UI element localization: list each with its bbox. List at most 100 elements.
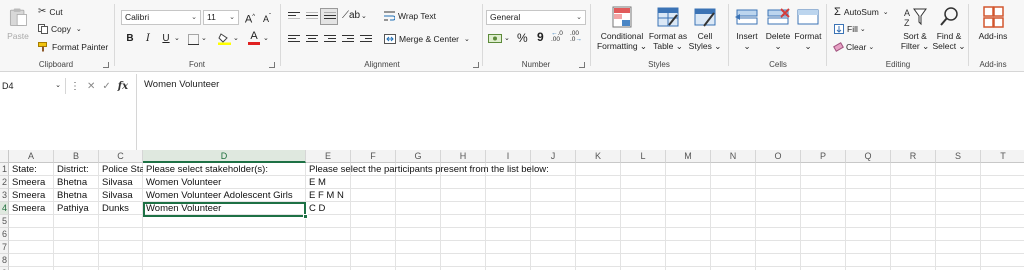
font-name-combo[interactable]: Calibri ⌄ [121,10,201,25]
cell-a2[interactable]: Smeera [9,176,54,189]
insert-function-icon[interactable]: fx [118,81,128,92]
borders-icon[interactable] [188,34,199,45]
delete-button[interactable]: Delete ⌄ [762,6,794,51]
cell-b2[interactable]: Bhetna [54,176,99,189]
row-header-5[interactable]: 5 [0,215,9,228]
autosum-button[interactable]: Σ AutoSum ⌄ [834,6,889,18]
copy-button[interactable]: Copy ⌄ [38,24,82,34]
conditional-formatting-button[interactable]: Conditional Formatting ⌄ [596,6,648,51]
column-header-j[interactable]: J [531,150,576,163]
fill-handle[interactable] [303,214,308,219]
column-header-l[interactable]: L [621,150,666,163]
fill-color-icon[interactable] [218,32,231,45]
cell-a3[interactable]: Smeera [9,189,54,202]
addins-button[interactable]: Add-ins [974,6,1012,41]
decrease-decimal-button[interactable]: .00.0→ [570,30,582,43]
underline-dropdown-icon[interactable]: ⌄ [174,34,180,42]
column-header-b[interactable]: B [54,150,99,163]
align-center-icon[interactable] [306,35,318,45]
row-header-4[interactable]: 4 [0,202,9,215]
column-header-r[interactable]: R [891,150,936,163]
select-all-corner[interactable] [0,150,9,163]
column-header-n[interactable]: N [711,150,756,163]
decrease-indent-icon[interactable] [342,35,354,45]
borders-dropdown-icon[interactable]: ⌄ [201,34,207,42]
comma-style-button[interactable]: 9 [537,30,544,44]
align-right-icon[interactable] [324,35,336,45]
column-header-c[interactable]: C [99,150,143,163]
cell-b4[interactable]: Pathiya [54,202,99,215]
number-launcher-icon[interactable] [579,62,585,68]
row-header-6[interactable]: 6 [0,228,9,241]
cell-a1[interactable]: State: [9,163,54,176]
name-box[interactable]: D4 ⌄ [0,78,66,94]
cell-e1[interactable]: Please select the participants present f… [306,163,549,176]
column-header-o[interactable]: O [756,150,801,163]
column-header-q[interactable]: Q [846,150,891,163]
wrap-text-button[interactable]: Wrap Text [384,11,436,21]
find-select-button[interactable]: Find & Select ⌄ [932,6,966,51]
cell-d1[interactable]: Please select stakeholder(s): [143,163,306,176]
fill-dropdown-icon[interactable]: ⌄ [860,25,866,33]
italic-button[interactable]: I [141,32,155,46]
column-header-s[interactable]: S [936,150,981,163]
cell-d2[interactable]: Women Volunteer [143,176,306,189]
column-header-i[interactable]: I [486,150,531,163]
align-left-icon[interactable] [288,35,300,45]
worksheet-grid[interactable]: ABCDEFGHIJKLMNOPQRST 123456789 State:Dis… [0,150,1024,270]
font-color-dropdown-icon[interactable]: ⌄ [263,34,269,42]
clear-dropdown-icon[interactable]: ⌄ [868,43,874,51]
fill-button[interactable]: Fill ⌄ [834,24,866,34]
more-options-icon[interactable]: ⋮ [70,81,80,92]
row-header-8[interactable]: 8 [0,254,9,267]
alignment-launcher-icon[interactable] [473,62,479,68]
formula-input[interactable]: Women Volunteer [136,74,1024,150]
row-header-3[interactable]: 3 [0,189,9,202]
format-as-table-button[interactable]: Format as Table ⌄ [648,6,688,51]
cell-c1[interactable]: Police Stat [99,163,143,176]
number-format-combo[interactable]: General ⌄ [486,10,586,25]
cell-e4[interactable]: C D [306,202,351,215]
column-header-h[interactable]: H [441,150,486,163]
insert-button[interactable]: Insert ⌄ [732,6,762,51]
merge-dropdown-icon[interactable]: ⌄ [464,35,470,43]
font-color-icon[interactable]: A [248,31,260,45]
enter-icon[interactable]: ✓ [102,81,110,92]
format-painter-button[interactable]: Format Painter [38,42,108,52]
cell-c4[interactable]: Dunks [99,202,143,215]
cell-d3[interactable]: Women Volunteer Adolescent Girls [143,189,306,202]
autosum-dropdown-icon[interactable]: ⌄ [883,8,889,16]
cell-e3[interactable]: E F M N [306,189,351,202]
column-header-f[interactable]: F [351,150,396,163]
percent-style-button[interactable]: % [517,31,528,45]
increase-indent-icon[interactable] [360,35,372,45]
font-launcher-icon[interactable] [269,62,275,68]
cell-b3[interactable]: Bhetna [54,189,99,202]
increase-decimal-button[interactable]: ←.0.00 [551,30,563,43]
underline-button[interactable]: U [159,32,173,46]
column-header-a[interactable]: A [9,150,54,163]
cancel-icon[interactable]: ✕ [87,81,95,92]
grow-font-button[interactable]: A^ [243,10,257,26]
column-header-g[interactable]: G [396,150,441,163]
column-header-t[interactable]: T [981,150,1024,163]
cut-button[interactable]: ✂ Cut [38,6,63,17]
cell-c3[interactable]: Silvasa [99,189,143,202]
bold-button[interactable]: B [123,32,137,46]
row-header-2[interactable]: 2 [0,176,9,189]
sort-filter-button[interactable]: A Z Sort & Filter ⌄ [898,6,932,51]
column-header-k[interactable]: K [576,150,621,163]
clipboard-launcher-icon[interactable] [103,62,109,68]
merge-center-button[interactable]: Merge & Center ⌄ [384,34,470,44]
align-middle-icon[interactable] [306,12,318,22]
clear-button[interactable]: Clear ⌄ [833,42,874,52]
row-header-7[interactable]: 7 [0,241,9,254]
fill-color-dropdown-icon[interactable]: ⌄ [233,34,239,42]
cell-a4[interactable]: Smeera [9,202,54,215]
column-header-p[interactable]: P [801,150,846,163]
format-cells-button[interactable]: Format ⌄ [792,6,824,51]
column-header-e[interactable]: E [306,150,351,163]
shrink-font-button[interactable]: Aˇ [260,10,274,24]
cell-c2[interactable]: Silvasa [99,176,143,189]
row-header-1[interactable]: 1 [0,163,9,176]
